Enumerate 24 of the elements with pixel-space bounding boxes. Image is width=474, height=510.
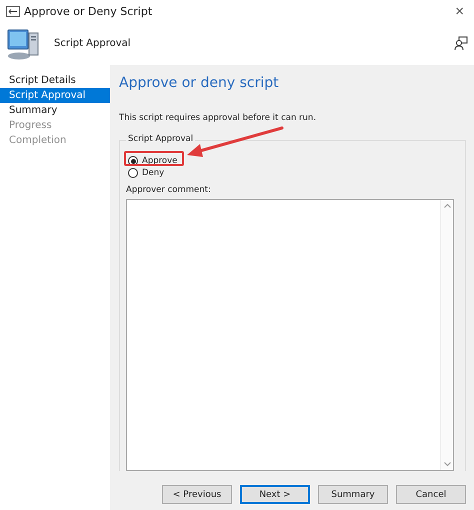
dialog-button[interactable]: Next > [240,485,310,504]
window-icon [6,6,20,16]
computer-icon [6,26,40,60]
window-title: Approve or Deny Script [24,4,154,18]
description-text: This script requires approval before it can run. [119,113,318,123]
page-heading: Approve or deny script [119,75,280,91]
dialog-button[interactable]: < Previous [162,485,232,504]
sidebar-item[interactable]: Summary [0,103,110,118]
dialog-button[interactable]: Summary [318,485,388,504]
sidebar-item[interactable]: Script Details [0,73,110,88]
radio-button[interactable] [128,168,138,178]
close-button[interactable]: × [451,2,468,20]
sidebar-item[interactable]: Script Approval [0,88,110,103]
dialog-button[interactable]: Cancel [396,485,466,504]
person-icon[interactable] [454,36,468,51]
comment-label: Approver comment: [126,185,212,195]
scroll-up-icon[interactable] [444,203,450,208]
comment-field[interactable] [126,199,454,471]
radio-label[interactable]: Deny [142,168,164,178]
header-title: Script Approval [54,38,132,49]
scrollbar[interactable] [440,200,453,470]
radio-label[interactable]: Approve [142,156,178,166]
scroll-down-icon[interactable] [444,462,450,467]
group-title: Script Approval [126,134,196,144]
